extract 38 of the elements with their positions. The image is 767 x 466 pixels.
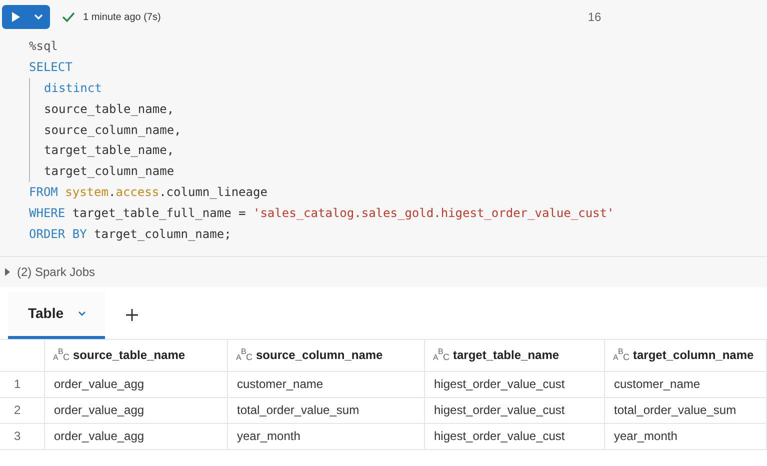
table-cell-text: higest_order_value_cust [434,402,565,420]
code-line: target_column_name [44,163,174,180]
table-cell-text: order_value_agg [54,428,144,446]
table-cell-text: higest_order_value_cust [434,428,565,446]
run-status: 1 minute ago (7s) [83,10,161,24]
table-cell-text: order_value_agg [54,402,144,420]
table-cell-text: higest_order_value_cust [434,376,565,394]
line-count: 16 [588,9,602,26]
chevron-down-icon [78,311,86,316]
code-line: source_table_name, [44,100,174,118]
chevron-down-icon [34,14,43,20]
code-line: WHERE target_table_full_name = 'sales_catalog.sales_gold.higest_order_value_cust' [29,204,614,222]
code-line: FROM system.access.column_lineage [29,184,268,201]
play-icon [11,12,21,22]
column-header[interactable]: target_column_name [633,346,754,364]
row-number: 2 [14,402,21,420]
spark-jobs-toggle[interactable]: (2) Spark Jobs [0,256,767,287]
table-cell-text: customer_name [614,376,700,394]
table-cell-text: total_order_value_sum [614,402,736,420]
code-line: target_table_name, [44,142,174,160]
table-cell-text: total_order_value_sum [237,402,360,420]
table-cell-text: customer_name [237,376,324,394]
row-number: 1 [14,376,21,394]
table-cell-text: year_month [237,428,300,446]
code-line: %sql [29,38,58,56]
code-line: ORDER BY target_column_name; [29,226,232,243]
code-line: source_column_name, [44,122,182,139]
code-line: SELECT [29,59,72,76]
column-header[interactable]: source_table_name [73,346,186,364]
column-header[interactable]: target_table_name [453,346,560,364]
column-header[interactable]: source_column_name [256,346,383,364]
result-tab[interactable]: Table [8,292,105,339]
table-cell-text: order_value_agg [54,376,144,394]
plus-icon[interactable] [126,308,138,321]
run-button[interactable] [2,5,50,29]
row-number: 3 [14,428,21,446]
table-cell-text: year_month [614,428,678,446]
code-line: distinct [44,80,102,97]
